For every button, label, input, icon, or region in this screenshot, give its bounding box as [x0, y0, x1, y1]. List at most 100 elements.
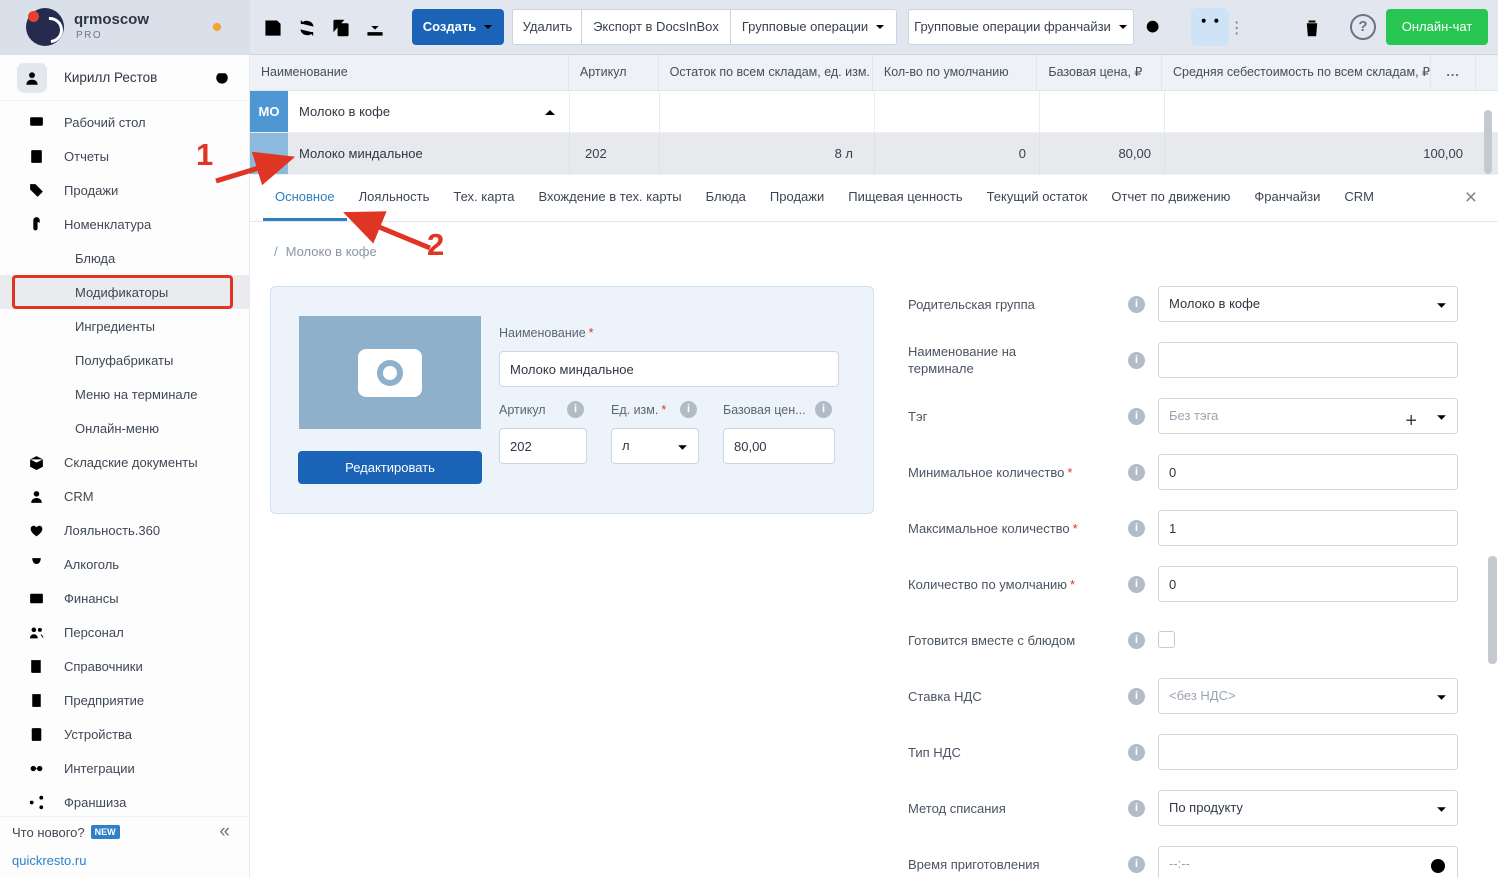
- info-icon[interactable]: i: [1128, 576, 1145, 593]
- logout-power-icon[interactable]: [212, 68, 232, 88]
- help-icon-button[interactable]: ?: [1350, 14, 1376, 40]
- list-view-icon-button[interactable]: [1233, 17, 1255, 39]
- sidebar-item-dishes[interactable]: Блюда: [0, 241, 250, 275]
- refresh-icon-button[interactable]: [296, 17, 318, 39]
- tools-icon-button[interactable]: [1191, 8, 1229, 46]
- default-qty-field[interactable]: [1158, 566, 1458, 602]
- sidebar-item-dashboard[interactable]: Рабочий стол: [0, 105, 250, 139]
- base-price-field[interactable]: [723, 428, 835, 464]
- sidebar-item-staff[interactable]: Персонал: [0, 615, 250, 649]
- site-link[interactable]: quickresto.ru: [12, 853, 86, 868]
- parent-group-select[interactable]: Молоко в кофе: [1158, 286, 1458, 322]
- copy-icon-button[interactable]: [330, 17, 352, 39]
- search-icon-button[interactable]: [1143, 17, 1165, 39]
- sidebar-item-finance[interactable]: Финансы: [0, 581, 250, 615]
- move-icon-button[interactable]: [1267, 17, 1289, 39]
- cook-with-dish-checkbox[interactable]: [1158, 631, 1175, 648]
- tab-movement-report[interactable]: Отчет по движению: [1099, 175, 1242, 221]
- sidebar-item-terminal-menu[interactable]: Меню на терминале: [0, 377, 250, 411]
- sidebar-item-devices[interactable]: Устройства: [0, 717, 250, 751]
- column-options-button[interactable]: ...: [1431, 55, 1476, 90]
- info-icon[interactable]: i: [1128, 688, 1145, 705]
- create-button[interactable]: Создать: [412, 9, 504, 45]
- cook-time-field[interactable]: --:--: [1158, 846, 1458, 878]
- info-icon[interactable]: i: [1128, 856, 1145, 873]
- tab-tech-card[interactable]: Тех. карта: [441, 175, 526, 221]
- add-tag-icon[interactable]: +: [1405, 404, 1417, 438]
- terminal-name-field[interactable]: [1158, 342, 1458, 378]
- info-icon[interactable]: i: [1128, 352, 1145, 369]
- group-operations-button[interactable]: Групповые операции: [730, 9, 897, 45]
- min-qty-field[interactable]: [1158, 454, 1458, 490]
- sidebar-item-integrations[interactable]: Интеграции: [0, 751, 250, 785]
- tab-crm[interactable]: CRM: [1332, 175, 1386, 221]
- sidebar-item-enterprise[interactable]: Предприятие: [0, 683, 250, 717]
- tab-franchise[interactable]: Франчайзи: [1242, 175, 1332, 221]
- sidebar-item-warehouse-docs[interactable]: Складские документы: [0, 445, 250, 479]
- column-header-stock[interactable]: Остаток по всем складам, ед. изм.: [659, 55, 873, 90]
- info-icon[interactable]: i: [680, 401, 697, 418]
- tab-loyalty[interactable]: Лояльность: [347, 175, 442, 221]
- trash-icon-button[interactable]: [1301, 17, 1323, 39]
- online-chat-button[interactable]: Онлайн-чат: [1386, 9, 1488, 45]
- writeoff-method-select[interactable]: По продукту: [1158, 790, 1458, 826]
- group-row[interactable]: МО Молоко в кофе: [250, 91, 1498, 133]
- table-scrollbar[interactable]: [1484, 110, 1492, 174]
- unit-select[interactable]: л: [611, 428, 699, 464]
- info-icon[interactable]: i: [815, 401, 832, 418]
- tab-sales[interactable]: Продажи: [758, 175, 836, 221]
- close-panel-icon[interactable]: ×: [1465, 186, 1477, 210]
- info-icon[interactable]: i: [1128, 632, 1145, 649]
- info-icon[interactable]: i: [1128, 800, 1145, 817]
- tab-main[interactable]: Основное: [263, 175, 347, 221]
- table-row-selected[interactable]: Молоко миндальное 202 8 л 0 80,00 100,00: [250, 133, 1498, 175]
- sidebar-item-ingredients[interactable]: Ингредиенты: [0, 309, 250, 343]
- column-header-avg-cost[interactable]: Средняя себестоимость по всем складам, ₽: [1162, 55, 1431, 90]
- sidebar-item-nomenclature[interactable]: Номенклатура: [0, 207, 250, 241]
- column-header-name[interactable]: Наименование: [250, 55, 569, 90]
- chevron-up-icon[interactable]: [544, 108, 556, 116]
- sku-field[interactable]: [499, 428, 587, 464]
- info-icon[interactable]: i: [567, 401, 584, 418]
- name-field[interactable]: [499, 351, 839, 387]
- whats-new-link[interactable]: Что нового?NEW: [12, 825, 120, 840]
- save-icon-button[interactable]: [262, 17, 284, 39]
- sidebar-item-directories[interactable]: Справочники: [0, 649, 250, 683]
- theme-sun-icon[interactable]: [206, 16, 228, 38]
- tab-nutrition[interactable]: Пищевая ценность: [836, 175, 974, 221]
- sidebar-item-reports[interactable]: Отчеты: [0, 139, 250, 173]
- sidebar-item-loyalty-360[interactable]: Лояльность.360: [0, 513, 250, 547]
- sidebar-item-franchise[interactable]: Франшиза: [0, 785, 250, 819]
- info-icon[interactable]: i: [1128, 464, 1145, 481]
- sidebar-item-crm[interactable]: CRM: [0, 479, 250, 513]
- info-icon[interactable]: i: [1128, 408, 1145, 425]
- max-qty-field[interactable]: [1158, 510, 1458, 546]
- info-icon[interactable]: i: [1128, 520, 1145, 537]
- tab-tech-card-usage[interactable]: Вхождение в тех. карты: [526, 175, 693, 221]
- edit-photo-button[interactable]: Редактировать: [298, 451, 482, 484]
- tab-current-stock[interactable]: Текущий остаток: [975, 175, 1100, 221]
- info-icon[interactable]: i: [1128, 744, 1145, 761]
- sidebar-item-online-menu[interactable]: Онлайн-меню: [0, 411, 250, 445]
- column-header-base-price[interactable]: Базовая цена, ₽: [1037, 55, 1162, 90]
- column-header-sku[interactable]: Артикул: [569, 55, 659, 90]
- tab-dishes[interactable]: Блюда: [694, 175, 758, 221]
- collapse-sidebar-button[interactable]: «: [219, 821, 230, 843]
- tag-field[interactable]: Без тэга +: [1158, 398, 1458, 434]
- delete-button[interactable]: Удалить: [512, 9, 583, 45]
- vat-rate-select[interactable]: <без НДС>: [1158, 678, 1458, 714]
- sidebar-item-modifiers[interactable]: Модификаторы: [0, 275, 250, 309]
- photo-placeholder[interactable]: [299, 316, 481, 429]
- sidebar-item-semifinished[interactable]: Полуфабрикаты: [0, 343, 250, 377]
- info-icon[interactable]: i: [1128, 296, 1145, 313]
- user-avatar-icon[interactable]: [17, 63, 47, 93]
- sidebar-item-sales[interactable]: Продажи: [0, 173, 250, 207]
- column-header-default-qty[interactable]: Кол-во по умолчанию: [873, 55, 1037, 90]
- group-operations-franchise-button[interactable]: Групповые операции франчайзи: [908, 9, 1134, 45]
- export-docsinbox-button[interactable]: Экспорт в DocsInBox: [581, 9, 731, 45]
- clock-icon[interactable]: [1428, 855, 1448, 875]
- sidebar-item-alcohol[interactable]: Алкоголь: [0, 547, 250, 581]
- form-scrollbar[interactable]: [1488, 556, 1497, 664]
- vat-type-field[interactable]: [1158, 734, 1458, 770]
- download-icon-button[interactable]: [364, 17, 386, 39]
